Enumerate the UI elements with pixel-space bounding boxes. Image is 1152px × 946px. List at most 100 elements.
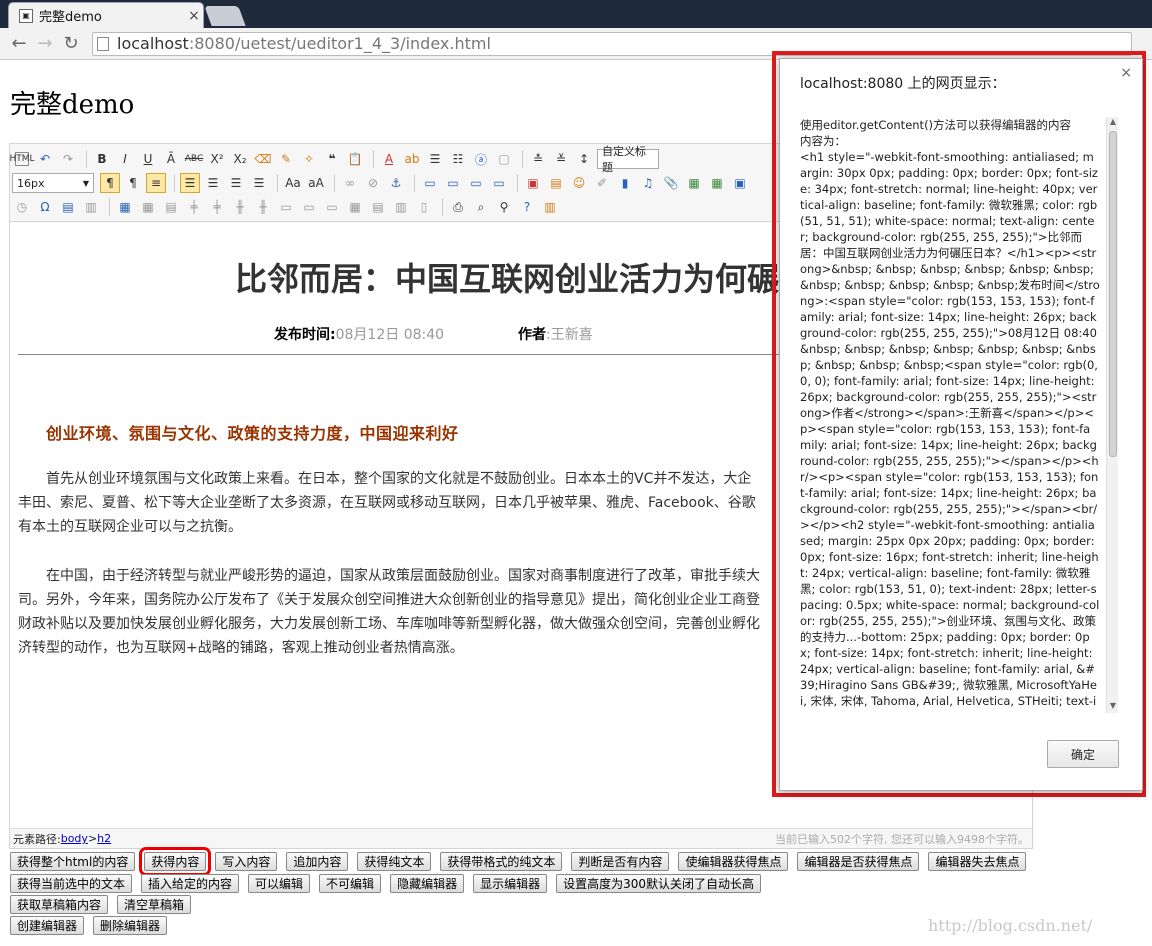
dialog-ok-button[interactable]: 确定 [1047, 740, 1119, 768]
clear-doc-icon[interactable]: ▢ [494, 149, 514, 169]
underline-icon[interactable]: U [138, 149, 158, 169]
split-to-cells-icon[interactable]: ▦ [345, 197, 365, 217]
background-color-icon[interactable]: ab [402, 149, 422, 169]
get-draft-button[interactable]: 获取草稿箱内容 [10, 895, 109, 914]
font-border-icon[interactable]: Ā [161, 149, 181, 169]
chart-icon[interactable]: ▯ [414, 197, 434, 217]
word-image-icon[interactable]: ▥ [81, 197, 101, 217]
set-enabled-button[interactable]: 可以编辑 [248, 874, 311, 893]
set-content-button[interactable]: 写入内容 [215, 852, 278, 871]
insert-frame-icon[interactable]: ▣ [730, 173, 750, 193]
tolowercase-icon[interactable]: aA [306, 173, 326, 193]
time-icon[interactable]: ◷ [12, 197, 32, 217]
music-icon[interactable]: ♫ [638, 173, 658, 193]
merge-cells-icon[interactable]: ▭ [276, 197, 296, 217]
table-insert-paragraph-icon[interactable]: ▤ [161, 197, 181, 217]
format-brush-icon[interactable]: ✎ [276, 149, 296, 169]
set-disabled-button[interactable]: 不可编辑 [319, 874, 382, 893]
redo-icon[interactable]: ↷ [58, 149, 78, 169]
get-all-html-button[interactable]: 获得整个html的内容 [10, 852, 136, 871]
browser-tab[interactable]: ▣ 完整demo × [8, 2, 204, 28]
hide-editor-button[interactable]: 隐藏编辑器 [390, 874, 465, 893]
unordered-list-icon[interactable]: ☷ [448, 149, 468, 169]
eraser-icon[interactable]: ⌫ [253, 149, 273, 169]
image-none-icon[interactable]: ▭ [420, 173, 440, 193]
drafts-icon[interactable]: ▥ [540, 197, 560, 217]
unlink-icon[interactable]: ⊘ [363, 173, 383, 193]
delete-col-icon[interactable]: ╫ [253, 197, 273, 217]
image-left-icon[interactable]: ▭ [443, 173, 463, 193]
undo-icon[interactable]: ↶ [35, 149, 55, 169]
delete-editor-button[interactable]: 删除编辑器 [93, 916, 168, 935]
set-height-button[interactable]: 设置高度为300默认关闭了自动长高 [556, 874, 761, 893]
justify-full-icon[interactable]: ☰ [249, 173, 269, 193]
image-icon[interactable]: ▣ [523, 173, 543, 193]
back-arrow-icon[interactable]: ← [8, 33, 30, 55]
clear-draft-button[interactable]: 清空草稿箱 [117, 895, 192, 914]
split-to-rows-icon[interactable]: ▤ [368, 197, 388, 217]
autotypeset-icon[interactable]: ✧ [299, 149, 319, 169]
has-content-button[interactable]: 判断是否有内容 [571, 852, 670, 871]
insert-table-icon[interactable]: ▦ [115, 197, 135, 217]
font-color-icon[interactable]: A [379, 149, 399, 169]
append-content-button[interactable]: 追加内容 [286, 852, 349, 871]
insert-html-button[interactable]: 插入给定的内容 [141, 874, 240, 893]
blockquote-icon[interactable]: ❝ [322, 149, 342, 169]
merge-down-icon[interactable]: ▭ [322, 197, 342, 217]
print-icon[interactable]: ⎙ [448, 197, 468, 217]
bold-icon[interactable]: B [92, 149, 112, 169]
element-path-h2[interactable]: h2 [97, 832, 111, 845]
source-html-icon[interactable]: HTML [9, 152, 35, 166]
ordered-list-icon[interactable]: ☰ [425, 149, 445, 169]
delete-table-icon[interactable]: ▦ [138, 197, 158, 217]
map-icon[interactable]: ▦ [684, 173, 704, 193]
insert-row-icon[interactable]: ╪ [184, 197, 204, 217]
scrawl-icon[interactable]: ✐ [592, 173, 612, 193]
help-icon[interactable]: ? [517, 197, 537, 217]
is-focus-button[interactable]: 编辑器是否获得焦点 [797, 852, 920, 871]
snapscreen-icon[interactable]: ▤ [58, 197, 78, 217]
image-right-icon[interactable]: ▭ [466, 173, 486, 193]
emotion-icon[interactable]: ☺ [569, 173, 589, 193]
line-height-icon[interactable]: ↕ [574, 149, 594, 169]
gmap-icon[interactable]: ▦ [707, 173, 727, 193]
link-icon[interactable]: ∞ [340, 173, 360, 193]
delete-row-icon[interactable]: ╪ [207, 197, 227, 217]
set-focus-button[interactable]: 使编辑器获得焦点 [678, 852, 789, 871]
direction-rtl-icon[interactable]: ¶ [123, 173, 143, 193]
set-blur-button[interactable]: 编辑器失去焦点 [928, 852, 1027, 871]
get-formatted-text-button[interactable]: 获得带格式的纯文本 [440, 852, 563, 871]
special-chars-icon[interactable]: Ω [35, 197, 55, 217]
direction-ltr-icon[interactable]: ¶ [100, 173, 120, 193]
search-replace-icon[interactable]: ⚲ [494, 197, 514, 217]
element-path-body[interactable]: body [61, 832, 88, 845]
video-icon[interactable]: ▮ [615, 173, 635, 193]
scroll-down-icon[interactable]: ▼ [1107, 701, 1119, 713]
image-center-icon[interactable]: ▭ [489, 173, 509, 193]
multi-image-icon[interactable]: ▤ [546, 173, 566, 193]
merge-right-icon[interactable]: ▭ [299, 197, 319, 217]
superscript-icon[interactable]: X² [207, 149, 227, 169]
row-spacing-bottom-icon[interactable]: ≚ [551, 149, 571, 169]
split-to-cols-icon[interactable]: ▥ [391, 197, 411, 217]
font-size-select[interactable]: 16px ▼ [12, 173, 94, 193]
insert-col-icon[interactable]: ╫ [230, 197, 250, 217]
preview-icon[interactable]: ⌕ [471, 197, 491, 217]
scroll-up-icon[interactable]: ▲ [1107, 117, 1119, 129]
forward-arrow-icon[interactable]: → [34, 33, 56, 55]
get-content-button[interactable]: 获得内容 [139, 847, 212, 876]
create-editor-button[interactable]: 创建编辑器 [10, 916, 85, 935]
paragraph-format-select[interactable]: 自定义标题 [597, 145, 659, 174]
touppercase-icon[interactable]: Aa [283, 173, 303, 193]
scroll-thumb[interactable] [1109, 131, 1117, 457]
justify-center-icon[interactable]: ☰ [203, 173, 223, 193]
new-tab-button[interactable] [204, 6, 246, 26]
paste-plain-icon[interactable]: 📋 [345, 149, 365, 169]
subscript-icon[interactable]: X₂ [230, 149, 250, 169]
get-selected-text-button[interactable]: 获得当前选中的文本 [10, 874, 133, 893]
indent-icon[interactable]: ≡ [146, 173, 166, 193]
row-spacing-top-icon[interactable]: ≛ [528, 149, 548, 169]
show-editor-button[interactable]: 显示编辑器 [473, 874, 548, 893]
justify-right-icon[interactable]: ☰ [226, 173, 246, 193]
strikethrough-icon[interactable]: ABC [184, 149, 204, 169]
